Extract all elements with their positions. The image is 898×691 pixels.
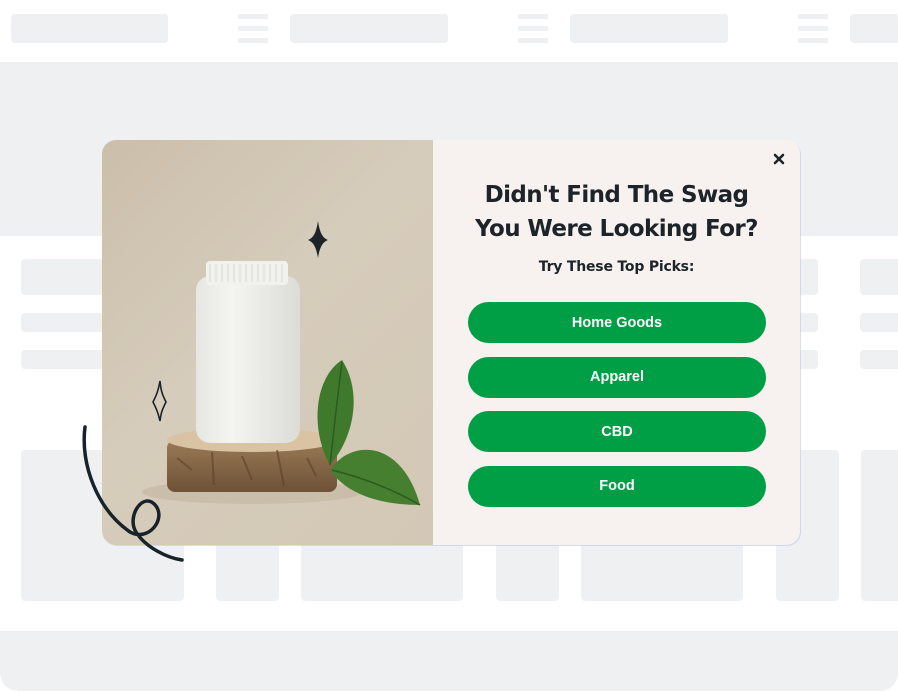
nav-menu-skeleton-3 bbox=[798, 14, 828, 43]
nav-skeleton-2 bbox=[290, 14, 448, 43]
nav-menu-skeleton-1 bbox=[238, 14, 268, 43]
sparkle-icon bbox=[308, 221, 328, 258]
top-picks-list: Home Goods Apparel CBD Food bbox=[468, 302, 766, 520]
modal-headline: Didn't Find The Swag You Were Looking Fo… bbox=[433, 178, 800, 246]
nav-skeleton-3 bbox=[570, 14, 728, 43]
nav-skeleton-1 bbox=[11, 14, 168, 43]
modal-content: Didn't Find The Swag You Were Looking Fo… bbox=[433, 140, 800, 545]
footer-skeleton bbox=[0, 631, 898, 691]
modal-subheadline: Try These Top Picks: bbox=[538, 259, 695, 275]
close-button[interactable] bbox=[768, 148, 790, 170]
headline-line-2: You Were Looking For? bbox=[475, 216, 758, 242]
close-x-icon bbox=[773, 153, 785, 165]
pick-button-cbd[interactable]: CBD bbox=[468, 411, 766, 452]
product-image bbox=[102, 140, 433, 545]
text-skeleton bbox=[860, 350, 898, 369]
nav-menu-skeleton-2 bbox=[518, 14, 548, 43]
text-skeleton bbox=[860, 259, 898, 295]
card-skeleton bbox=[861, 450, 898, 601]
popup-modal: Didn't Find The Swag You Were Looking Fo… bbox=[102, 140, 800, 545]
pick-button-food[interactable]: Food bbox=[468, 465, 766, 507]
pick-button-home-goods[interactable]: Home Goods bbox=[468, 302, 766, 343]
text-skeleton bbox=[860, 313, 898, 332]
nav-skeleton-4 bbox=[850, 14, 898, 43]
pick-button-apparel[interactable]: Apparel bbox=[468, 356, 766, 398]
headline-line-1: Didn't Find The Swag bbox=[484, 182, 749, 208]
sparkle-outline-icon bbox=[152, 380, 167, 422]
product-photo-illustration bbox=[142, 221, 421, 506]
